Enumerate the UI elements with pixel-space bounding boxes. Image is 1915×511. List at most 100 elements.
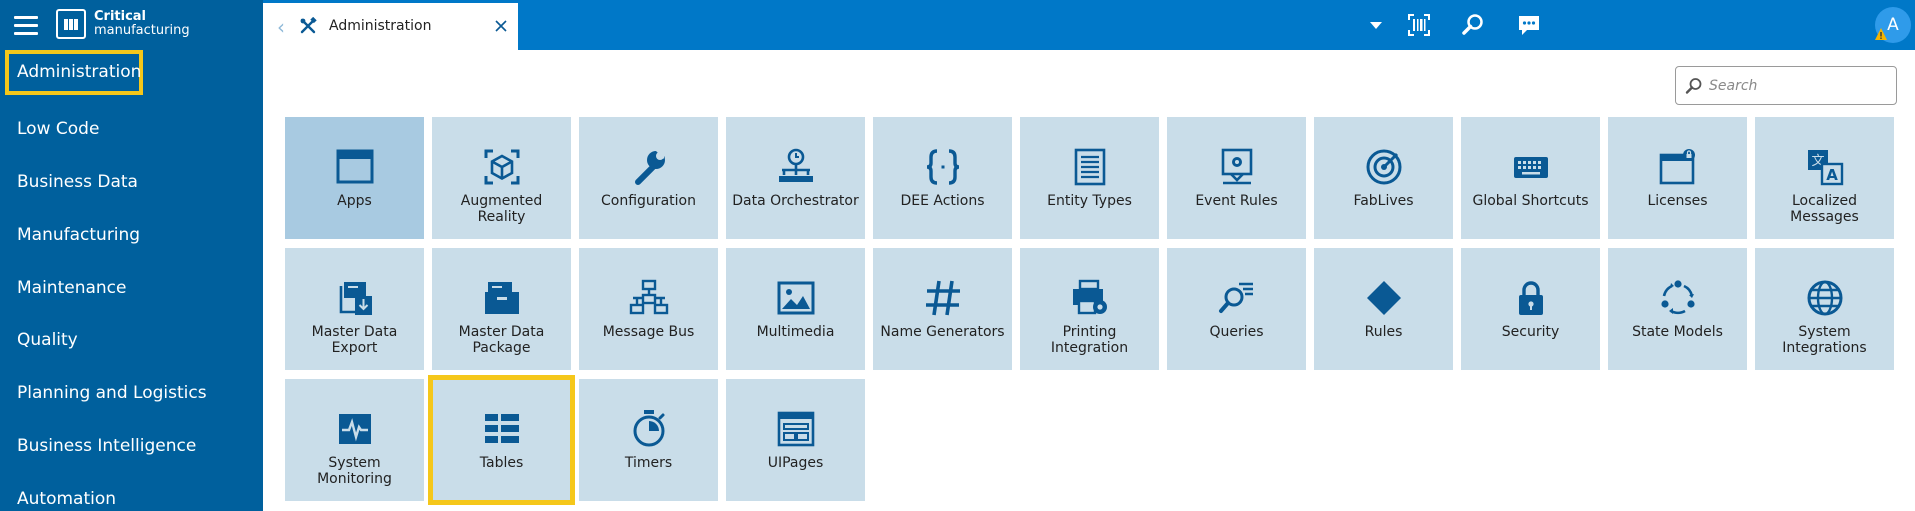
tile-label: Master Data Export xyxy=(311,324,398,356)
diamond-icon xyxy=(1366,281,1401,315)
tile-rules[interactable]: Rules xyxy=(1314,248,1453,370)
search-icon[interactable] xyxy=(1460,12,1486,38)
tile-label: Timers xyxy=(624,455,673,471)
tile-label: System Monitoring xyxy=(317,455,392,487)
package-icon xyxy=(484,282,519,314)
tile-licenses[interactable]: Licenses xyxy=(1608,117,1747,239)
chevron-down-icon[interactable] xyxy=(1363,12,1389,38)
tile-timers[interactable]: Timers xyxy=(579,379,718,501)
search-icon xyxy=(1685,78,1702,94)
tile-system-monitoring[interactable]: System Monitoring xyxy=(285,379,424,501)
curly-braces-icon xyxy=(926,149,959,185)
cycle-icon xyxy=(1660,280,1695,315)
logo-text: Critical manufacturing xyxy=(94,10,190,38)
tile-label: System Integrations xyxy=(1782,324,1867,356)
search-box[interactable] xyxy=(1675,66,1897,105)
svg-text:A: A xyxy=(1826,166,1838,184)
tile-label: Printing Integration xyxy=(1050,324,1129,356)
tile-name-generators[interactable]: Name Generators xyxy=(873,248,1012,370)
tile-label: Entity Types xyxy=(1047,193,1132,209)
tile-label: Name Generators xyxy=(880,324,1005,340)
tile-label: DEE Actions xyxy=(900,193,985,209)
event-rules-icon xyxy=(1221,148,1252,185)
sidebar-item-quality[interactable]: Quality xyxy=(17,325,78,355)
sidebar-item-low-code[interactable]: Low Code xyxy=(17,114,99,144)
close-icon[interactable] xyxy=(492,17,510,35)
tile-localized-messages[interactable]: 文 A Localized Messages xyxy=(1755,117,1894,239)
wrench-icon xyxy=(634,151,665,185)
tools-icon xyxy=(300,17,317,34)
tile-label: Licenses xyxy=(1647,193,1708,209)
hamburger-menu-icon[interactable] xyxy=(14,15,38,35)
apps-icon xyxy=(336,149,373,184)
sidebar-item-administration[interactable]: Administration xyxy=(5,50,143,95)
tile-event-rules[interactable]: Event Rules xyxy=(1167,117,1306,239)
tile-apps[interactable]: Apps xyxy=(285,117,424,239)
tile-entity-types[interactable]: Entity Types xyxy=(1020,117,1159,239)
sidebar-item-maintenance[interactable]: Maintenance xyxy=(17,273,126,303)
app-window: Critical manufacturing Administration Lo… xyxy=(0,0,1915,511)
augmented-reality-icon xyxy=(484,149,519,185)
tile-label: Rules xyxy=(1364,324,1403,340)
search-input[interactable] xyxy=(1709,75,1889,97)
tile-queries[interactable]: Queries xyxy=(1167,248,1306,370)
tile-label: Localized Messages xyxy=(1790,193,1859,225)
tile-state-models[interactable]: State Models xyxy=(1608,248,1747,370)
warning-icon xyxy=(1875,28,1887,40)
logo-line-2: manufacturing xyxy=(94,23,190,38)
tile-master-data-package[interactable]: Master Data Package xyxy=(432,248,571,370)
tile-uipages[interactable]: UIPages xyxy=(726,379,865,501)
tile-label: Event Rules xyxy=(1195,193,1278,209)
tile-label: Global Shortcuts xyxy=(1472,193,1589,209)
hash-icon xyxy=(925,280,960,316)
export-package-icon xyxy=(339,282,372,315)
translate-icon: 文 A xyxy=(1807,150,1843,186)
brand-header: Critical manufacturing xyxy=(0,0,263,50)
tile-label: UIPages xyxy=(767,455,824,471)
tile-master-data-export[interactable]: Master Data Export xyxy=(285,248,424,370)
pulse-monitor-icon xyxy=(338,414,371,444)
sidebar-item-automation[interactable]: Automation xyxy=(17,484,116,511)
tile-augmented-reality[interactable]: Augmented Reality xyxy=(432,117,571,239)
stopwatch-icon xyxy=(633,410,664,447)
tile-system-integrations[interactable]: System Integrations xyxy=(1755,248,1894,370)
keyboard-icon xyxy=(1513,157,1548,178)
sidebar-item-manufacturing[interactable]: Manufacturing xyxy=(17,220,140,250)
tile-message-bus[interactable]: Message Bus xyxy=(579,248,718,370)
tab-administration[interactable]: ‹ Administration xyxy=(263,3,518,50)
network-icon xyxy=(629,279,668,315)
administration-tiles: Apps Augmented Reality Configuration Dat… xyxy=(285,117,1900,511)
image-icon xyxy=(777,281,814,315)
lock-icon xyxy=(1518,281,1543,315)
logo-icon xyxy=(56,9,86,39)
tile-label: Tables xyxy=(479,455,524,471)
tile-security[interactable]: Security xyxy=(1461,248,1600,370)
tile-tables[interactable]: Tables xyxy=(428,375,575,505)
tile-label: Configuration xyxy=(601,193,696,209)
tile-printing-integration[interactable]: Printing Integration xyxy=(1020,248,1159,370)
chevron-left-icon[interactable]: ‹ xyxy=(277,17,289,37)
tile-dee-actions[interactable]: DEE Actions xyxy=(873,117,1012,239)
sidebar-item-planning-and-logistics[interactable]: Planning and Logistics xyxy=(17,378,207,408)
tile-label: Data Orchestrator xyxy=(732,193,859,209)
layout-icon xyxy=(777,411,814,447)
sidebar-item-business-data[interactable]: Business Data xyxy=(17,167,138,197)
sidebar: Critical manufacturing Administration Lo… xyxy=(0,0,263,511)
tile-label: Apps xyxy=(337,193,372,209)
tile-global-shortcuts[interactable]: Global Shortcuts xyxy=(1461,117,1600,239)
data-orchestrator-icon xyxy=(778,148,813,182)
tile-label: Security xyxy=(1501,324,1560,340)
table-icon xyxy=(484,414,519,443)
top-bar: ‹ Administration A xyxy=(263,0,1915,50)
tile-configuration[interactable]: Configuration xyxy=(579,117,718,239)
tile-label: FabLives xyxy=(1353,193,1414,209)
barcode-scan-icon[interactable] xyxy=(1406,12,1432,38)
sidebar-item-business-intelligence[interactable]: Business Intelligence xyxy=(17,431,196,461)
tile-label: Multimedia xyxy=(756,324,835,340)
globe-icon xyxy=(1807,280,1842,316)
chat-icon[interactable] xyxy=(1516,12,1542,38)
tile-data-orchestrator[interactable]: Data Orchestrator xyxy=(726,117,865,239)
tile-fablives[interactable]: FabLives xyxy=(1314,117,1453,239)
tile-multimedia[interactable]: Multimedia xyxy=(726,248,865,370)
tile-label: Message Bus xyxy=(602,324,695,340)
